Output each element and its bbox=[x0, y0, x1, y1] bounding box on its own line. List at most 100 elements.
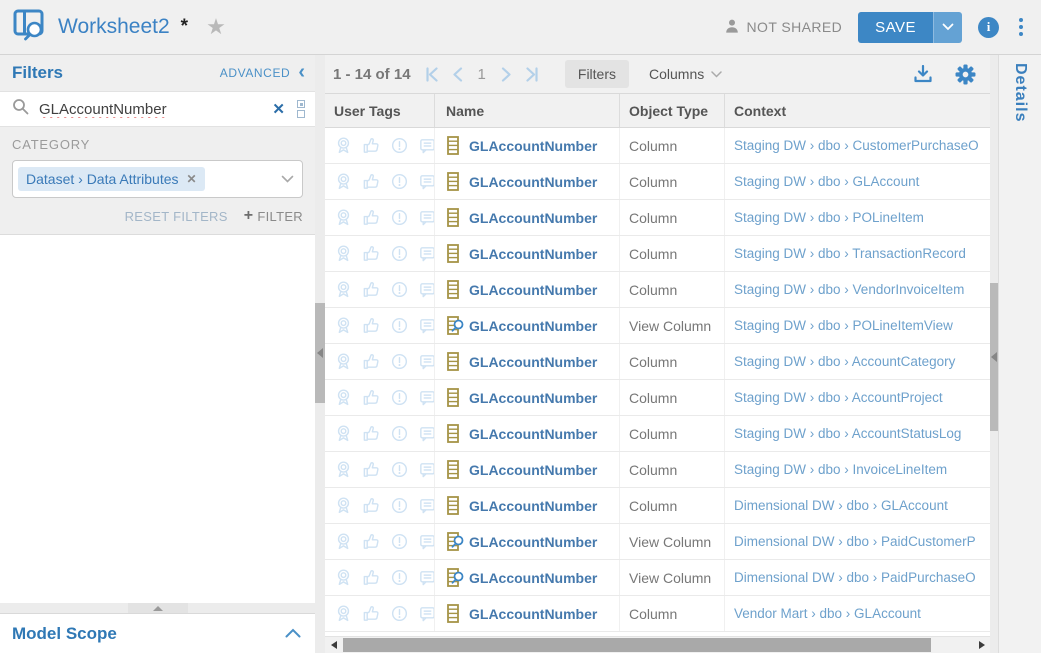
context-link[interactable]: Staging DW › dbo › AccountProject bbox=[734, 390, 943, 405]
alert-icon[interactable] bbox=[390, 604, 409, 623]
award-icon[interactable] bbox=[334, 208, 353, 227]
context-link[interactable]: Dimensional DW › dbo › PaidCustomerP bbox=[734, 534, 976, 549]
pagination-first-button[interactable] bbox=[425, 67, 441, 82]
page-number[interactable]: 1 bbox=[474, 66, 490, 83]
alert-icon[interactable] bbox=[390, 388, 409, 407]
award-icon[interactable] bbox=[334, 604, 353, 623]
comment-icon[interactable] bbox=[418, 388, 435, 407]
settings-gear-icon[interactable] bbox=[955, 64, 976, 85]
details-panel-tab[interactable]: Details bbox=[998, 55, 1041, 653]
award-icon[interactable] bbox=[334, 568, 353, 587]
award-icon[interactable] bbox=[334, 136, 353, 155]
thumbs-up-icon[interactable] bbox=[362, 244, 381, 263]
comment-icon[interactable] bbox=[418, 244, 435, 263]
name-link[interactable]: GLAccountNumber bbox=[469, 426, 597, 442]
save-button[interactable]: SAVE bbox=[858, 12, 933, 43]
table-row[interactable]: GLAccountNumber Column Staging DW › dbo … bbox=[325, 128, 990, 164]
right-panel-collapse-handle[interactable] bbox=[990, 283, 998, 431]
name-link[interactable]: GLAccountNumber bbox=[469, 246, 597, 262]
context-link[interactable]: Staging DW › dbo › POLineItem bbox=[734, 210, 924, 225]
comment-icon[interactable] bbox=[418, 136, 435, 155]
collapse-up-icon[interactable] bbox=[285, 625, 301, 643]
context-link[interactable]: Staging DW › dbo › TransactionRecord bbox=[734, 246, 966, 261]
context-link[interactable]: Staging DW › dbo › CustomerPurchaseO bbox=[734, 138, 979, 153]
table-row[interactable]: GLAccountNumber Column Staging DW › dbo … bbox=[325, 380, 990, 416]
thumbs-up-icon[interactable] bbox=[362, 568, 381, 587]
context-link[interactable]: Staging DW › dbo › AccountStatusLog bbox=[734, 426, 961, 441]
context-link[interactable]: Staging DW › dbo › VendorInvoiceItem bbox=[734, 282, 964, 297]
alert-icon[interactable] bbox=[390, 532, 409, 551]
save-dropdown-button[interactable] bbox=[933, 12, 962, 43]
table-row[interactable]: GLAccountNumber Column Staging DW › dbo … bbox=[325, 344, 990, 380]
sidebar-resize-handle[interactable] bbox=[0, 603, 315, 613]
alert-icon[interactable] bbox=[390, 172, 409, 191]
chip-remove-icon[interactable]: ✕ bbox=[187, 172, 197, 186]
share-status[interactable]: NOT SHARED bbox=[724, 18, 843, 37]
comment-icon[interactable] bbox=[418, 532, 435, 551]
advanced-link[interactable]: ADVANCED bbox=[220, 66, 291, 80]
add-filter-button[interactable]: + FILTER bbox=[244, 208, 303, 224]
name-link[interactable]: GLAccountNumber bbox=[469, 462, 597, 478]
award-icon[interactable] bbox=[334, 172, 353, 191]
page-title[interactable]: Worksheet2 bbox=[58, 15, 170, 39]
award-icon[interactable] bbox=[334, 352, 353, 371]
comment-icon[interactable] bbox=[418, 208, 435, 227]
comment-icon[interactable] bbox=[418, 352, 435, 371]
context-link[interactable]: Staging DW › dbo › InvoiceLineItem bbox=[734, 462, 947, 477]
comment-icon[interactable] bbox=[418, 496, 435, 515]
comment-icon[interactable] bbox=[418, 316, 435, 335]
scroll-left-button[interactable] bbox=[325, 637, 342, 653]
name-link[interactable]: GLAccountNumber bbox=[469, 570, 597, 586]
alert-icon[interactable] bbox=[390, 460, 409, 479]
thumbs-up-icon[interactable] bbox=[362, 352, 381, 371]
search-scope-icon[interactable] bbox=[297, 100, 305, 118]
clear-search-icon[interactable]: ✕ bbox=[270, 100, 287, 118]
award-icon[interactable] bbox=[334, 280, 353, 299]
thumbs-up-icon[interactable] bbox=[362, 208, 381, 227]
column-header-name[interactable]: Name bbox=[435, 94, 620, 127]
name-link[interactable]: GLAccountNumber bbox=[469, 210, 597, 226]
alert-icon[interactable] bbox=[390, 496, 409, 515]
favorite-star-icon[interactable]: ★ bbox=[206, 14, 226, 40]
context-link[interactable]: Staging DW › dbo › GLAccount bbox=[734, 174, 919, 189]
name-link[interactable]: GLAccountNumber bbox=[469, 606, 597, 622]
kebab-menu-icon[interactable] bbox=[1015, 16, 1027, 38]
table-row[interactable]: GLAccountNumber Column Staging DW › dbo … bbox=[325, 236, 990, 272]
alert-icon[interactable] bbox=[390, 136, 409, 155]
pagination-next-button[interactable] bbox=[501, 67, 512, 82]
alert-icon[interactable] bbox=[390, 280, 409, 299]
alert-icon[interactable] bbox=[390, 208, 409, 227]
model-scope-header[interactable]: Model Scope bbox=[0, 613, 315, 653]
award-icon[interactable] bbox=[334, 388, 353, 407]
comment-icon[interactable] bbox=[418, 424, 435, 443]
scroll-right-button[interactable] bbox=[973, 637, 990, 653]
award-icon[interactable] bbox=[334, 244, 353, 263]
thumbs-up-icon[interactable] bbox=[362, 136, 381, 155]
alert-icon[interactable] bbox=[390, 316, 409, 335]
context-link[interactable]: Staging DW › dbo › POLineItemView bbox=[734, 318, 953, 333]
horizontal-scrollbar[interactable] bbox=[325, 636, 990, 653]
thumbs-up-icon[interactable] bbox=[362, 460, 381, 479]
comment-icon[interactable] bbox=[418, 172, 435, 191]
table-row[interactable]: GLAccountNumber Column Vendor Mart › dbo… bbox=[325, 596, 990, 632]
category-dropdown[interactable]: Dataset › Data Attributes ✕ bbox=[12, 160, 303, 198]
thumbs-up-icon[interactable] bbox=[362, 172, 381, 191]
thumbs-up-icon[interactable] bbox=[362, 316, 381, 335]
alert-icon[interactable] bbox=[390, 424, 409, 443]
table-row[interactable]: GLAccountNumber Column Staging DW › dbo … bbox=[325, 164, 990, 200]
award-icon[interactable] bbox=[334, 316, 353, 335]
table-row[interactable]: GLAccountNumber Column Staging DW › dbo … bbox=[325, 416, 990, 452]
info-icon[interactable]: i bbox=[978, 17, 999, 38]
column-header-user-tags[interactable]: User Tags bbox=[325, 94, 435, 127]
name-link[interactable]: GLAccountNumber bbox=[469, 390, 597, 406]
context-link[interactable]: Vendor Mart › dbo › GLAccount bbox=[734, 606, 921, 621]
context-link[interactable]: Dimensional DW › dbo › GLAccount bbox=[734, 498, 948, 513]
collapse-sidebar-icon[interactable]: ‹ bbox=[298, 62, 305, 82]
column-header-object-type[interactable]: Object Type bbox=[620, 94, 725, 127]
name-link[interactable]: GLAccountNumber bbox=[469, 318, 597, 334]
comment-icon[interactable] bbox=[418, 568, 435, 587]
thumbs-up-icon[interactable] bbox=[362, 496, 381, 515]
award-icon[interactable] bbox=[334, 496, 353, 515]
name-link[interactable]: GLAccountNumber bbox=[469, 138, 597, 154]
table-row[interactable]: GLAccountNumber View Column Staging DW ›… bbox=[325, 308, 990, 344]
